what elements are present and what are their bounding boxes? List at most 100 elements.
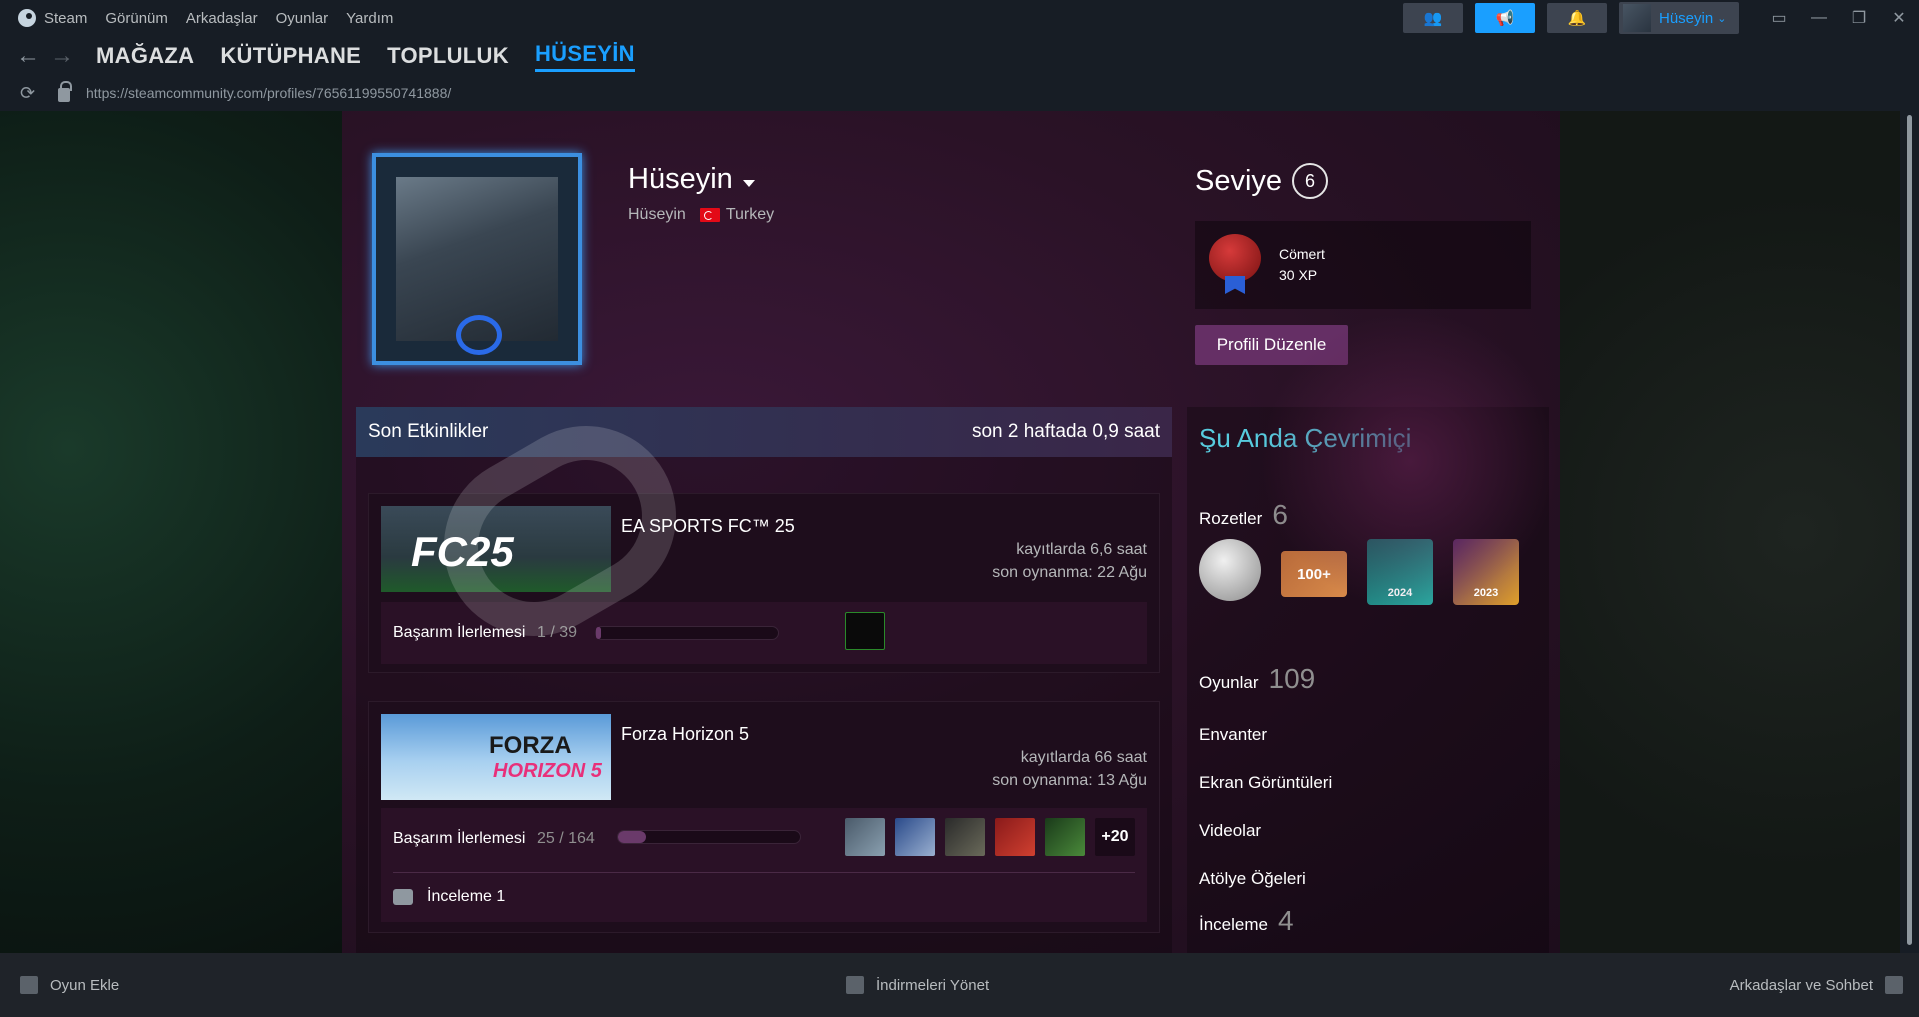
- game-name[interactable]: Forza Horizon 5: [621, 724, 749, 745]
- games-label: Oyunlar: [1199, 673, 1259, 692]
- turkey-flag-icon: [699, 208, 720, 222]
- reload-icon[interactable]: ⟳: [20, 83, 40, 104]
- screenshots-link[interactable]: Ekran Görüntüleri: [1199, 773, 1332, 793]
- background-right: [1560, 111, 1900, 953]
- country: Turkey: [725, 206, 775, 223]
- achievement-bar-fill: [618, 831, 646, 843]
- review-text: İnceleme 1: [427, 888, 506, 905]
- announcements-button[interactable]: 📢: [1475, 3, 1535, 33]
- menu-friends[interactable]: Arkadaşlar: [186, 10, 258, 27]
- big-picture-icon[interactable]: ▭: [1759, 8, 1799, 28]
- download-icon: [846, 976, 864, 994]
- notifications-button[interactable]: 🔔: [1547, 3, 1607, 33]
- achievement-icon[interactable]: [895, 818, 935, 856]
- bell-icon: 🔔: [1567, 10, 1587, 27]
- game-playtime: kayıtlarda 66 saat son oynanma: 13 Ağu: [992, 746, 1147, 792]
- online-status: Şu Anda Çevrimiçi: [1199, 423, 1412, 453]
- steam-logo-icon[interactable]: [18, 9, 36, 27]
- close-icon[interactable]: ✕: [1879, 8, 1919, 28]
- steam-2023-badge-icon[interactable]: 2023: [1453, 539, 1519, 605]
- menu-help[interactable]: Yardım: [346, 10, 393, 27]
- title-bar: Steam Görünüm Arkadaşlar Oyunlar Yardım …: [0, 0, 1919, 36]
- review-link[interactable]: İnceleme 1: [393, 888, 505, 906]
- achievement-bar-fill: [596, 627, 601, 639]
- featured-badge-name: Cömert: [1279, 246, 1325, 262]
- featured-badge-xp: 30 XP: [1279, 267, 1318, 283]
- menu-steam[interactable]: Steam: [44, 10, 87, 27]
- inventory-link[interactable]: Envanter: [1199, 725, 1267, 745]
- recent-activity-header: Son Etkinlikler son 2 haftada 0,9 saat: [356, 407, 1172, 457]
- account-menu-button[interactable]: Hüseyin ⌄: [1619, 2, 1739, 34]
- hundred-plus-badge-icon[interactable]: 100+: [1281, 551, 1347, 597]
- reviews-label: İnceleme: [1199, 915, 1268, 934]
- videos-link[interactable]: Videolar: [1199, 821, 1261, 841]
- title-bar-controls: 👥 📢 🔔 Hüseyin ⌄ ▭ — ❐ ✕: [1403, 0, 1919, 36]
- megaphone-icon: 📢: [1495, 10, 1515, 27]
- web-content: Hüseyin Hüseyin Turkey Seviye 6 Cömert 3…: [0, 111, 1900, 953]
- tab-profile[interactable]: HÜSEYİN: [534, 41, 635, 72]
- restore-icon[interactable]: ❐: [1839, 8, 1879, 28]
- more-achievements[interactable]: +20: [1095, 818, 1135, 856]
- last-played: son oynanma: 13 Ağu: [992, 772, 1147, 789]
- recent-activity-summary: son 2 haftada 0,9 saat: [971, 421, 1160, 442]
- scrollbar[interactable]: [1900, 111, 1919, 953]
- level-badge[interactable]: 6: [1292, 163, 1329, 199]
- scrollbar-thumb[interactable]: [1907, 115, 1912, 945]
- thumbs-up-icon: [393, 889, 413, 905]
- nav-bar: ← → MAĞAZA KÜTÜPHANE TOPLULUK HÜSEYİN: [0, 36, 1919, 76]
- real-name: Hüseyin: [628, 206, 686, 223]
- profile-name[interactable]: Hüseyin: [628, 163, 755, 196]
- divider: [393, 872, 1135, 873]
- achievement-icon[interactable]: [845, 818, 885, 856]
- silver-coin-badge-icon[interactable]: [1199, 539, 1261, 601]
- recent-activity-title[interactable]: Son Etkinlikler: [368, 421, 488, 443]
- avatar: [1623, 4, 1651, 32]
- friends-activity-button[interactable]: 👥: [1403, 3, 1463, 33]
- badge-showcase: 100+ 2024 2023: [1199, 539, 1519, 605]
- manage-downloads-button[interactable]: İndirmeleri Yönet: [846, 976, 989, 994]
- url-text[interactable]: https://steamcommunity.com/profiles/7656…: [86, 85, 451, 101]
- tab-library[interactable]: KÜTÜPHANE: [220, 43, 361, 69]
- achievement-progress[interactable]: Başarım İlerlemesi 25 / 164 +20 İnceleme…: [381, 808, 1147, 922]
- tab-community[interactable]: TOPLULUK: [387, 43, 509, 69]
- featured-badge[interactable]: Cömert 30 XP: [1195, 221, 1531, 309]
- games-link[interactable]: Oyunlar 109: [1199, 663, 1315, 695]
- achievement-bar: [617, 830, 801, 844]
- game-capsule-image[interactable]: FORZA HORIZON 5: [381, 714, 611, 800]
- steam-2024-badge-icon[interactable]: 2024: [1367, 539, 1433, 605]
- avatar-frame-ring: [456, 315, 502, 355]
- badges-link[interactable]: Rozetler 6: [1199, 499, 1288, 531]
- badges-count: 6: [1272, 499, 1288, 530]
- manage-downloads-label: İndirmeleri Yönet: [876, 976, 990, 994]
- achievement-icon[interactable]: [1045, 818, 1085, 856]
- menu-view[interactable]: Görünüm: [105, 10, 168, 27]
- forward-arrow-icon[interactable]: →: [50, 44, 74, 68]
- profile-sidebar: Şu Anda Çevrimiçi Rozetler 6 100+ 2024 2…: [1187, 407, 1549, 953]
- add-game-button[interactable]: Oyun Ekle: [20, 976, 119, 994]
- profile-avatar[interactable]: [372, 153, 582, 365]
- level-label: Seviye: [1195, 164, 1283, 197]
- friends-chat-button[interactable]: Arkadaşlar ve Sohbet: [1730, 976, 1903, 994]
- workshop-link[interactable]: Atölye Öğeleri: [1199, 869, 1306, 889]
- edit-profile-button[interactable]: Profili Düzenle: [1195, 325, 1348, 365]
- hours-on-record: kayıtlarda 66 saat: [1020, 749, 1147, 766]
- reviews-link[interactable]: İnceleme 4: [1199, 905, 1294, 937]
- menu-bar: Steam Görünüm Arkadaşlar Oyunlar Yardım: [0, 0, 411, 36]
- horizon-logo: HORIZON 5: [493, 760, 602, 782]
- caret-down-icon[interactable]: [742, 180, 755, 187]
- last-played: son oynanma: 22 Ağu: [992, 564, 1147, 581]
- back-arrow-icon[interactable]: ←: [16, 44, 40, 68]
- minimize-icon[interactable]: —: [1799, 9, 1839, 27]
- achievement-count: 25 / 164: [537, 830, 595, 847]
- achievement-icon[interactable]: [995, 818, 1035, 856]
- menu-games[interactable]: Oyunlar: [276, 10, 329, 27]
- badges-label: Rozetler: [1199, 509, 1263, 528]
- address-bar: ⟳ https://steamcommunity.com/profiles/76…: [0, 76, 1919, 110]
- achievement-icon[interactable]: [945, 818, 985, 856]
- reviews-count: 4: [1277, 905, 1294, 936]
- achievement-icon[interactable]: [845, 612, 885, 650]
- game-card: FORZA HORIZON 5 Forza Horizon 5 kayıtlar…: [368, 701, 1160, 933]
- people-icon: 👥: [1423, 10, 1443, 27]
- wax-seal-icon: [1207, 234, 1263, 296]
- tab-store[interactable]: MAĞAZA: [96, 43, 194, 69]
